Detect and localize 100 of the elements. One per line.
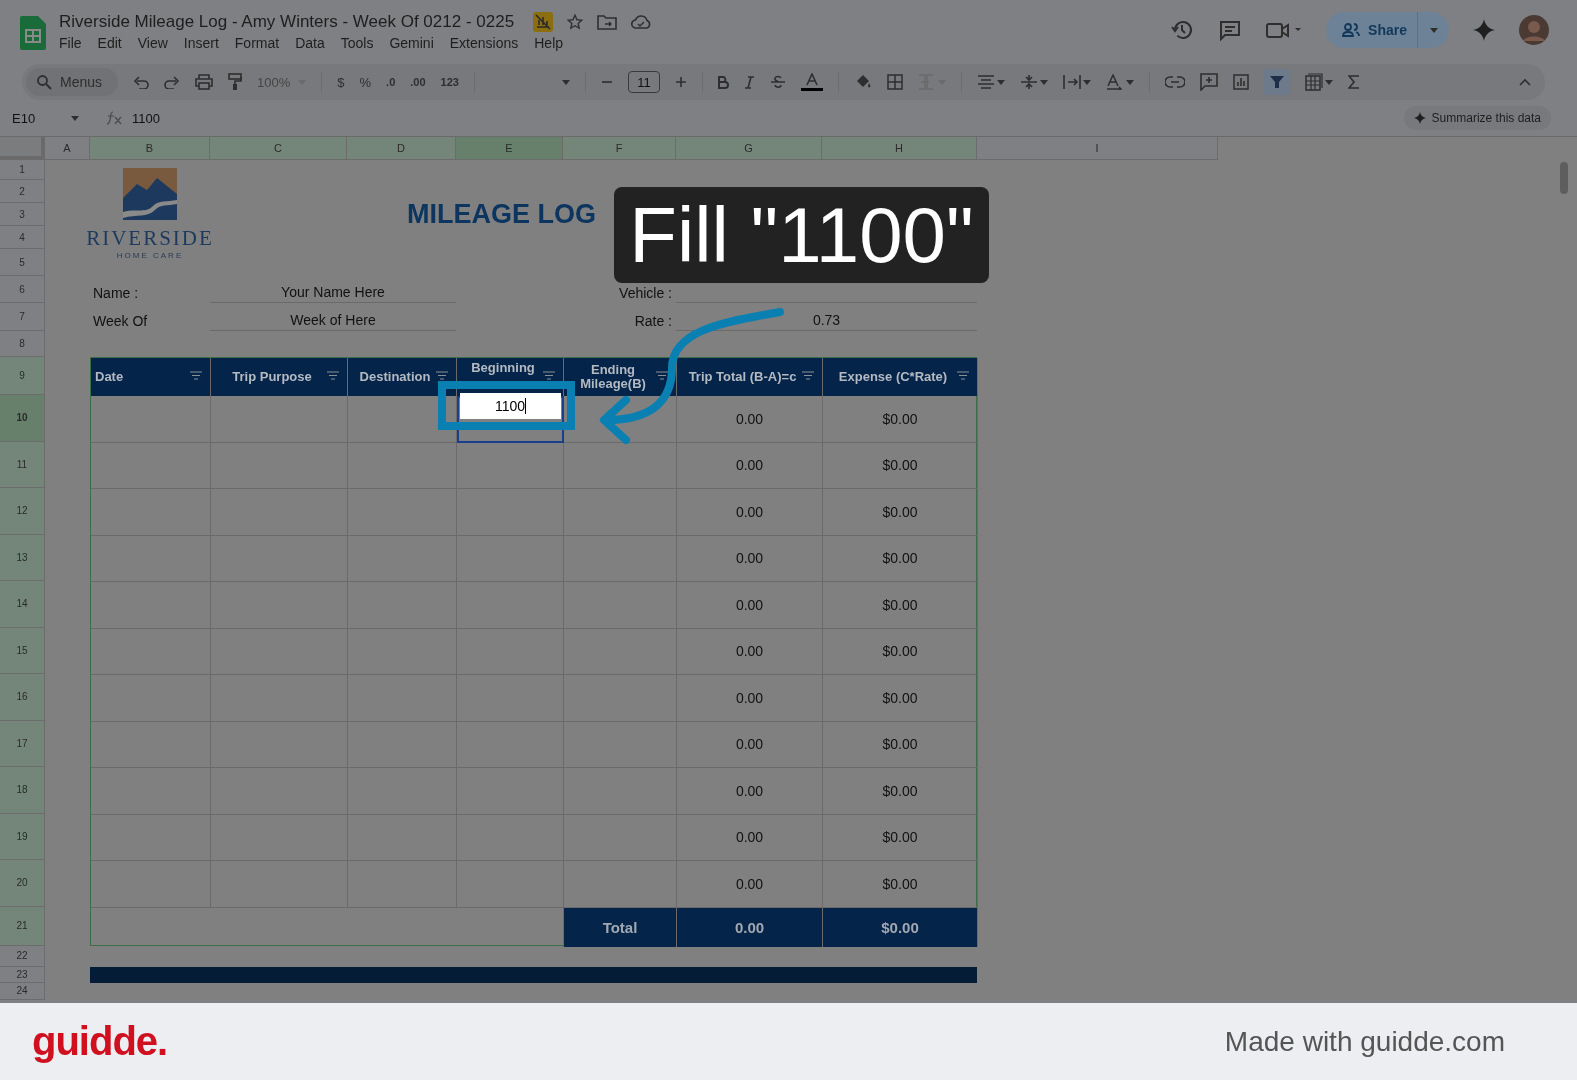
row-header[interactable]: 10 bbox=[0, 395, 45, 442]
row-header[interactable]: 1 bbox=[0, 160, 45, 180]
column-heading[interactable]: Destination bbox=[348, 358, 457, 396]
folder-icon[interactable] bbox=[597, 14, 618, 30]
column-header[interactable]: D bbox=[347, 137, 456, 160]
row-header[interactable]: 2 bbox=[0, 180, 45, 203]
column-header[interactable]: G bbox=[676, 137, 822, 160]
field-value[interactable]: Your Name Here bbox=[210, 283, 456, 303]
row-header[interactable]: 9 bbox=[0, 357, 45, 395]
column-heading[interactable]: Trip Purpose bbox=[211, 358, 348, 396]
text-color-icon[interactable] bbox=[800, 73, 823, 91]
filter-icon[interactable] bbox=[802, 371, 814, 380]
table-icon[interactable] bbox=[1304, 73, 1333, 91]
field-value[interactable]: Week of Here bbox=[210, 311, 456, 331]
borders-icon[interactable] bbox=[886, 74, 903, 90]
menu-item[interactable]: Tools bbox=[340, 35, 374, 51]
formula-field[interactable]: 1100 bbox=[132, 110, 160, 126]
row-header[interactable]: 5 bbox=[0, 249, 45, 276]
column-header[interactable]: C bbox=[210, 137, 347, 160]
cell-input-field[interactable]: 1100 bbox=[460, 393, 561, 419]
column-heading[interactable]: Expense (C*Rate) bbox=[823, 358, 978, 396]
sparkle-icon[interactable] bbox=[1473, 19, 1495, 41]
vertical-align-icon[interactable] bbox=[1019, 74, 1048, 90]
row-header[interactable]: 16 bbox=[0, 674, 45, 721]
row-header[interactable]: 12 bbox=[0, 488, 45, 535]
cloud-icon[interactable] bbox=[630, 14, 653, 30]
text-wrap-icon[interactable] bbox=[1062, 74, 1091, 90]
print-icon[interactable] bbox=[195, 74, 214, 90]
row-header[interactable]: 14 bbox=[0, 581, 45, 628]
plus-icon[interactable] bbox=[674, 76, 687, 88]
column-header[interactable]: B bbox=[90, 137, 210, 160]
undo-icon[interactable] bbox=[133, 75, 150, 89]
link-icon[interactable] bbox=[1164, 76, 1185, 88]
column-header[interactable]: E bbox=[456, 137, 563, 160]
paint-format-icon[interactable] bbox=[228, 73, 243, 91]
add-comment-icon[interactable] bbox=[1199, 73, 1218, 91]
video-camera-icon[interactable] bbox=[1266, 20, 1303, 40]
column-header[interactable]: H bbox=[822, 137, 977, 160]
column-header[interactable]: F bbox=[563, 137, 676, 160]
search-field[interactable]: Menus bbox=[26, 68, 119, 96]
row-header[interactable]: 20 bbox=[0, 860, 45, 907]
name-box[interactable]: E10 bbox=[12, 110, 92, 126]
italic-icon[interactable] bbox=[743, 75, 755, 89]
column-heading[interactable]: Trip Total (B-A)=c bbox=[677, 358, 823, 396]
row-header[interactable]: 7 bbox=[0, 303, 45, 331]
row-header[interactable]: 21 bbox=[0, 906, 45, 946]
filter-icon[interactable] bbox=[190, 371, 202, 380]
number-format-button[interactable]: 123 bbox=[440, 76, 459, 88]
column-header[interactable]: A bbox=[45, 137, 90, 160]
avatar[interactable] bbox=[1519, 15, 1549, 45]
font-size-field[interactable]: 11 bbox=[627, 71, 660, 93]
summarize-button[interactable]: Summarize this data bbox=[1403, 106, 1551, 130]
menu-item[interactable]: File bbox=[59, 35, 82, 51]
menu-item[interactable]: Data bbox=[295, 35, 325, 51]
comment-icon[interactable] bbox=[1218, 18, 1243, 42]
redo-icon[interactable] bbox=[164, 75, 181, 89]
row-header[interactable]: 19 bbox=[0, 813, 45, 860]
increase-decimals-button[interactable]: .00 bbox=[410, 76, 426, 88]
sigma-icon[interactable] bbox=[1347, 75, 1360, 89]
currency-button[interactable]: $ bbox=[337, 74, 345, 90]
align-icon[interactable] bbox=[976, 75, 1005, 89]
row-header[interactable]: 8 bbox=[0, 331, 45, 357]
menu-item[interactable]: Extensions bbox=[449, 35, 519, 51]
row-header[interactable]: 17 bbox=[0, 720, 45, 767]
filter-icon[interactable] bbox=[327, 371, 339, 380]
menu-item[interactable]: Format bbox=[234, 35, 280, 51]
row-header[interactable]: 22 bbox=[0, 945, 45, 967]
text-rotation-icon[interactable] bbox=[1105, 74, 1134, 90]
percent-button[interactable]: % bbox=[359, 74, 372, 90]
scrollbar-thumb[interactable] bbox=[1560, 162, 1568, 194]
sheets-icon[interactable] bbox=[20, 16, 46, 50]
document-title[interactable]: Riverside Mileage Log - Amy Winters - Week Of 0212 - 0225 bbox=[59, 12, 515, 32]
decrease-decimals-button[interactable]: .0 bbox=[386, 76, 396, 88]
star-icon[interactable] bbox=[566, 13, 585, 31]
filter-icon[interactable] bbox=[543, 371, 555, 380]
menu-item[interactable]: Help bbox=[534, 35, 564, 51]
filter-icon[interactable] bbox=[1263, 69, 1290, 95]
row-header[interactable]: 11 bbox=[0, 441, 45, 488]
filter-icon[interactable] bbox=[957, 371, 969, 380]
menu-item[interactable]: Insert bbox=[183, 35, 219, 51]
hidden-chart-icon[interactable] bbox=[533, 12, 554, 32]
field-value[interactable]: 0.73 bbox=[676, 311, 977, 331]
menu-item[interactable]: Edit bbox=[97, 35, 122, 51]
menu-item[interactable]: Gemini bbox=[389, 35, 434, 51]
history-icon[interactable] bbox=[1170, 18, 1195, 42]
row-header[interactable]: 3 bbox=[0, 203, 45, 226]
strikethrough-icon[interactable] bbox=[769, 75, 786, 89]
column-heading[interactable]: Date bbox=[91, 358, 211, 396]
share-button[interactable]: Share bbox=[1326, 12, 1417, 48]
menu-item[interactable]: View bbox=[137, 35, 168, 51]
row-header[interactable]: 18 bbox=[0, 767, 45, 814]
chart-icon[interactable] bbox=[1232, 74, 1249, 90]
row-header[interactable]: 13 bbox=[0, 534, 45, 581]
filter-icon[interactable] bbox=[656, 371, 668, 380]
row-header[interactable]: 6 bbox=[0, 276, 45, 303]
bold-icon[interactable] bbox=[717, 75, 729, 89]
chevron-up-icon[interactable] bbox=[1519, 78, 1531, 86]
row-header[interactable]: 4 bbox=[0, 226, 45, 249]
row-header[interactable]: 15 bbox=[0, 627, 45, 674]
filter-icon[interactable] bbox=[436, 371, 448, 380]
